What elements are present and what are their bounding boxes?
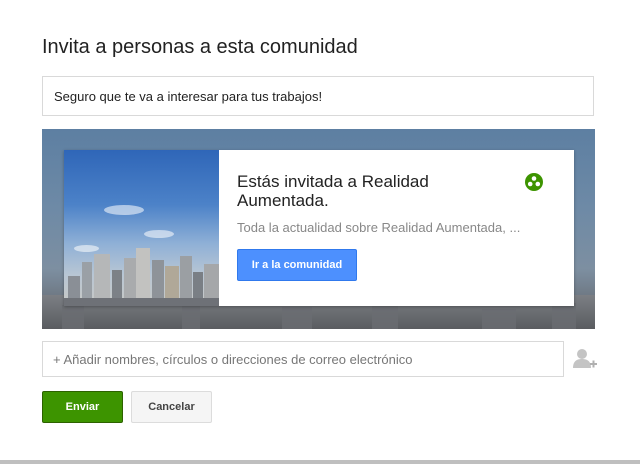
go-to-community-button[interactable]: Ir a la comunidad [237,249,357,281]
dialog-title: Invita a personas a esta comunidad [42,36,358,58]
background-building [282,307,312,329]
message-input[interactable]: Seguro que te va a interesar para tus tr… [42,76,594,116]
invitation-title: Estás invitada a Realidad Aumentada. [237,172,429,210]
invitation-preview: Estás invitada a Realidad Aumentada. Tod… [42,129,595,329]
background-building [552,303,576,329]
cancel-button[interactable]: Cancelar [131,391,212,423]
add-person-icon[interactable] [572,346,598,372]
invitation-card: Estás invitada a Realidad Aumentada. Tod… [64,150,574,306]
add-people-placeholder: + Añadir nombres, círculos o direcciones… [53,351,413,367]
community-icon [525,173,543,191]
community-cover-image [64,150,219,306]
add-people-input[interactable]: + Añadir nombres, círculos o direcciones… [42,341,564,377]
community-description: Toda la actualidad sobre Realidad Aument… [237,220,521,235]
invite-dialog: Invita a personas a esta comunidad Segur… [0,0,640,464]
background-building [482,309,516,329]
send-button[interactable]: Enviar [42,391,123,423]
bottom-divider [0,460,640,464]
message-text: Seguro que te va a interesar para tus tr… [54,88,323,104]
background-building [62,305,84,329]
